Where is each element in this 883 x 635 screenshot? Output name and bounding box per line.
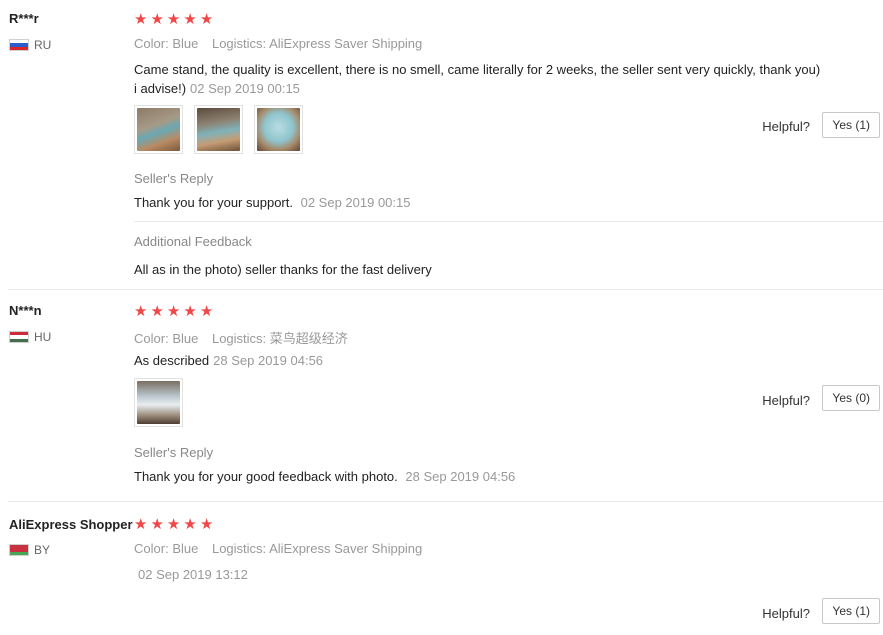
seller-reply-text: Thank you for your support. [134,195,293,210]
review-photo-thumbnail[interactable] [194,105,243,154]
review-divider [8,289,883,290]
divider [134,221,883,222]
seller-reply: Thank you for your good feedback with ph… [134,469,515,484]
star-icon: ★ [166,516,181,533]
seller-reply-date: 28 Sep 2019 04:56 [405,469,516,484]
logistics-label: Logistics: [211,331,267,346]
logistics-label: Logistics: [211,541,267,556]
review-photos [134,378,183,427]
star-icon: ★ [183,11,197,28]
star-icon: ★ [199,516,214,533]
seller-reply: Thank you for your support. 02 Sep 2019 … [134,195,411,210]
star-icon: ★ [150,303,164,320]
star-icon: ★ [199,11,214,28]
star-icon: ★ [134,11,148,28]
star-icon: ★ [183,303,197,320]
reviewer-name: R***r [9,11,39,26]
order-info: Color: Blue Logistics: AliExpress Saver … [134,541,432,556]
review-photo-thumbnail[interactable] [134,105,183,154]
helpful-label: Helpful? [762,119,810,134]
additional-feedback-text: All as in the photo) seller thanks for t… [134,262,432,277]
review-date: 02 Sep 2019 00:15 [190,81,300,96]
review-photos [134,105,303,154]
star-rating: ★ ★ ★ ★ ★ [134,12,213,27]
review-text: 02 Sep 2019 13:12 [134,565,854,584]
helpful-label: Helpful? [762,393,810,408]
flag-ru-icon [9,39,29,51]
color-value: Blue [172,36,199,51]
helpful-yes-button[interactable]: Yes (1) [822,112,880,138]
additional-feedback-title: Additional Feedback [134,234,252,249]
logistics-value: AliExpress Saver Shipping [269,541,423,556]
helpful-yes-button[interactable]: Yes (0) [822,385,880,411]
color-label: Color: [134,331,169,346]
star-icon: ★ [134,303,148,320]
reviewer-country: HU [9,330,51,344]
logistics-value: 菜鸟超级经济 [269,331,348,346]
review-photo-thumbnail[interactable] [254,105,303,154]
color-label: Color: [134,36,169,51]
country-code: RU [34,38,52,52]
seller-reply-text: Thank you for your good feedback with ph… [134,469,398,484]
star-icon: ★ [183,516,197,533]
reviewer-name: N***n [9,303,42,318]
order-info: Color: Blue Logistics: 菜鸟超级经济 [134,328,358,347]
star-icon: ★ [134,516,148,533]
star-icon: ★ [150,11,164,28]
country-code: BY [34,543,51,557]
reviewer-country: RU [9,38,51,52]
flag-hu-icon [9,331,29,343]
seller-reply-title: Seller's Reply [134,171,214,186]
seller-reply-title: Seller's Reply [134,445,214,460]
review-text: Came stand, the quality is excellent, th… [134,60,854,98]
review-text-line: Came stand, the quality is excellent, th… [134,62,821,77]
flag-by-icon [9,544,29,556]
star-icon: ★ [150,516,164,533]
reviewer-country: BY [9,543,50,557]
star-icon: ★ [199,303,214,320]
country-code: HU [34,330,52,344]
review-date: 02 Sep 2019 13:12 [138,567,248,582]
star-rating: ★ ★ ★ ★ ★ [134,517,213,532]
review-date: 28 Sep 2019 04:56 [213,353,324,368]
star-icon: ★ [166,11,181,28]
review-text: As described 28 Sep 2019 04:56 [134,351,854,370]
color-label: Color: [134,541,169,556]
review-divider [8,501,883,502]
star-rating: ★ ★ ★ ★ ★ [134,304,213,319]
helpful-yes-button[interactable]: Yes (1) [822,598,880,624]
review-text-line: i advise!) [134,81,187,96]
seller-reply-date: 02 Sep 2019 00:15 [300,195,411,210]
color-value: Blue [172,331,199,346]
review-text-line: As described [134,353,210,368]
color-value: Blue [172,541,199,556]
reviewer-name: AliExpress Shopper [9,517,133,532]
review-photo-thumbnail[interactable] [134,378,183,427]
star-icon: ★ [166,303,181,320]
logistics-value: AliExpress Saver Shipping [269,36,423,51]
order-info: Color: Blue Logistics: AliExpress Saver … [134,36,432,51]
logistics-label: Logistics: [211,36,267,51]
helpful-label: Helpful? [762,606,810,621]
